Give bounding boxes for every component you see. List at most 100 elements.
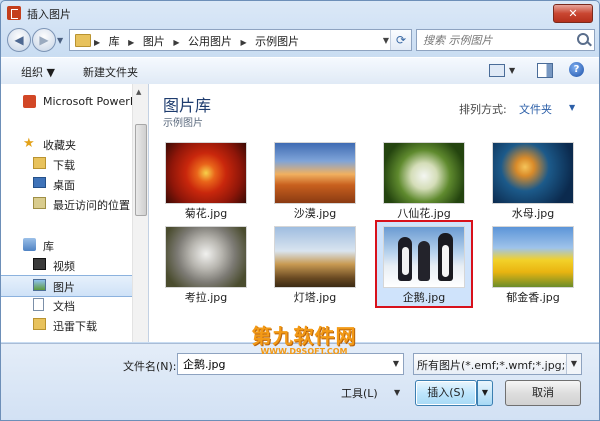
breadcrumb-item[interactable]: 示例图片 (255, 35, 299, 48)
file-type-filter-value: 所有图片(*.emf;*.wmf;*.jpg;*.jp (417, 359, 582, 372)
sidebar-item-documents[interactable]: 文档 (1, 295, 132, 315)
file-tile[interactable]: 考拉.jpg (159, 222, 253, 306)
documents-icon (33, 298, 44, 311)
sidebar-item-label: 下载 (53, 159, 75, 172)
sidebar-item-pictures[interactable]: 图片 (1, 275, 133, 297)
file-name: 考拉.jpg (184, 291, 228, 304)
sidebar-item-recent-places[interactable]: 最近访问的位置 (1, 194, 132, 214)
new-folder-button[interactable]: 新建文件夹 (83, 64, 138, 80)
tools-dropdown-icon[interactable]: ▼ (394, 388, 400, 397)
breadcrumb-separator-icon[interactable]: ▶ (94, 38, 100, 47)
lighthouse-thumbnail (274, 226, 356, 288)
filename-field[interactable] (181, 356, 375, 371)
library-title: 图片库 (163, 96, 212, 115)
breadcrumb-item[interactable]: 图片 (143, 35, 165, 48)
cancel-button[interactable]: 取消 (505, 380, 581, 406)
penguins-thumbnail (383, 226, 465, 288)
sort-by-label: 排列方式: (459, 103, 507, 116)
breadcrumb-item[interactable]: 公用图片 (188, 35, 232, 48)
chrysanthemum-thumbnail (165, 142, 247, 204)
change-view-icon[interactable] (489, 64, 505, 77)
search-icon[interactable] (577, 33, 589, 45)
scrollbar-thumb[interactable] (135, 124, 147, 216)
navigation-scrollbar[interactable]: ▲ (132, 84, 148, 342)
sidebar-item-xunlei-downloads[interactable]: 迅雷下载 (1, 315, 132, 335)
search-input[interactable] (421, 32, 575, 49)
file-name: 灯塔.jpg (293, 291, 337, 304)
file-tile[interactable]: 水母.jpg (486, 138, 580, 222)
file-tile[interactable]: 八仙花.jpg (377, 138, 471, 222)
preview-pane-icon[interactable] (537, 63, 553, 78)
sidebar-item-label: 文档 (53, 300, 75, 313)
file-tile[interactable]: 沙漠.jpg (268, 138, 362, 222)
watermark-logo: 第九软件网 WWW.D9SOFT.COM (239, 325, 369, 356)
breadcrumb-separator-icon[interactable]: ▶ (173, 38, 179, 47)
pictures-icon (33, 279, 46, 291)
recent-places-icon (33, 197, 46, 209)
xunlei-download-icon (33, 318, 46, 330)
file-name: 沙漠.jpg (293, 207, 337, 220)
address-dropdown-icon[interactable]: ▼ (383, 36, 389, 45)
sidebar-item-label: 收藏夹 (43, 139, 76, 152)
jellyfish-thumbnail (492, 142, 574, 204)
back-button[interactable]: ◀ (7, 28, 31, 52)
insert-button[interactable]: 插入(S) (415, 380, 477, 406)
sidebar-item-label: 视频 (53, 260, 75, 273)
sidebar-item-videos[interactable]: 视频 (1, 255, 132, 275)
sidebar-item-favorites[interactable]: ★ 收藏夹 (1, 134, 132, 154)
file-name: 水母.jpg (511, 207, 555, 220)
scroll-up-icon[interactable]: ▲ (136, 88, 141, 96)
tools-button[interactable]: 工具(L) (341, 385, 378, 401)
sidebar-item-label: 迅雷下载 (53, 320, 97, 333)
breadcrumb-item[interactable]: 库 (109, 35, 120, 48)
address-row: ◀ ▶ ▼ ▶ 库 ▶ 图片 ▶ 公用图片 ▶ 示例图片 ▼ ⟳ (1, 25, 599, 55)
download-folder-icon (33, 157, 46, 169)
file-name: 企鹅.jpg (402, 291, 446, 304)
address-bar[interactable]: ▶ 库 ▶ 图片 ▶ 公用图片 ▶ 示例图片 ▼ ⟳ (69, 29, 412, 51)
filename-dropdown-icon[interactable]: ▼ (393, 359, 399, 368)
forward-button[interactable]: ▶ (32, 28, 56, 52)
insert-options-dropdown-icon[interactable]: ▼ (477, 380, 493, 406)
file-tile[interactable]: 菊花.jpg (159, 138, 253, 222)
breadcrumb: ▶ 库 ▶ 图片 ▶ 公用图片 ▶ 示例图片 (94, 33, 304, 49)
insert-picture-dialog: 插入图片 ✕ ◀ ▶ ▼ ▶ 库 ▶ 图片 ▶ 公用图片 ▶ 示例图片 ▼ ⟳ (0, 0, 600, 421)
refresh-button[interactable]: ⟳ (390, 30, 411, 50)
video-icon (33, 258, 46, 270)
organize-button[interactable]: 组织 ▼ (21, 64, 55, 80)
file-tile-selected[interactable]: 企鹅.jpg (375, 220, 473, 308)
close-button[interactable]: ✕ (553, 4, 593, 23)
filter-dropdown-icon[interactable]: ▼ (566, 354, 581, 374)
file-tile[interactable]: 郁金香.jpg (486, 222, 580, 306)
sort-by-dropdown[interactable]: 文件夹 (519, 101, 552, 117)
recent-pages-dropdown-icon[interactable]: ▼ (57, 36, 63, 45)
title-bar: 插入图片 ✕ (1, 1, 599, 25)
filename-combobox[interactable]: ▼ (177, 353, 404, 375)
sidebar-item-downloads[interactable]: 下载 (1, 154, 132, 174)
sidebar-item-powerpoint[interactable]: Microsoft PowerPoint (1, 92, 148, 112)
search-box[interactable] (416, 29, 595, 51)
hydrangea-thumbnail (383, 142, 465, 204)
sidebar-item-libraries[interactable]: 库 (1, 235, 132, 255)
sort-dropdown-icon[interactable]: ▼ (569, 103, 575, 112)
desktop-icon (33, 177, 46, 188)
folder-icon (75, 34, 91, 47)
desert-thumbnail (274, 142, 356, 204)
file-name: 菊花.jpg (184, 207, 228, 220)
library-icon (23, 238, 36, 251)
sidebar-item-label: 库 (43, 240, 54, 253)
watermark-url: WWW.D9SOFT.COM (260, 347, 348, 356)
library-subtitle: 示例图片 (163, 118, 203, 129)
file-tile[interactable]: 灯塔.jpg (268, 222, 362, 306)
breadcrumb-separator-icon[interactable]: ▶ (240, 38, 246, 47)
help-icon[interactable]: ? (569, 62, 584, 77)
breadcrumb-separator-icon[interactable]: ▶ (128, 38, 134, 47)
sidebar-item-label: 最近访问的位置 (53, 199, 130, 212)
command-toolbar: 组织 ▼ 新建文件夹 ▼ ? (1, 57, 599, 85)
sidebar-item-desktop[interactable]: 桌面 (1, 174, 132, 194)
file-name: 郁金香.jpg (506, 291, 560, 304)
file-type-filter-select[interactable]: 所有图片(*.emf;*.wmf;*.jpg;*.jp ▼ (413, 353, 582, 375)
navigation-pane: Microsoft PowerPoint ★ 收藏夹 下载 桌面 最近访问的位置… (1, 84, 149, 342)
view-options-dropdown-icon[interactable]: ▼ (509, 66, 515, 75)
koala-thumbnail (165, 226, 247, 288)
powerpoint-icon (23, 95, 36, 108)
